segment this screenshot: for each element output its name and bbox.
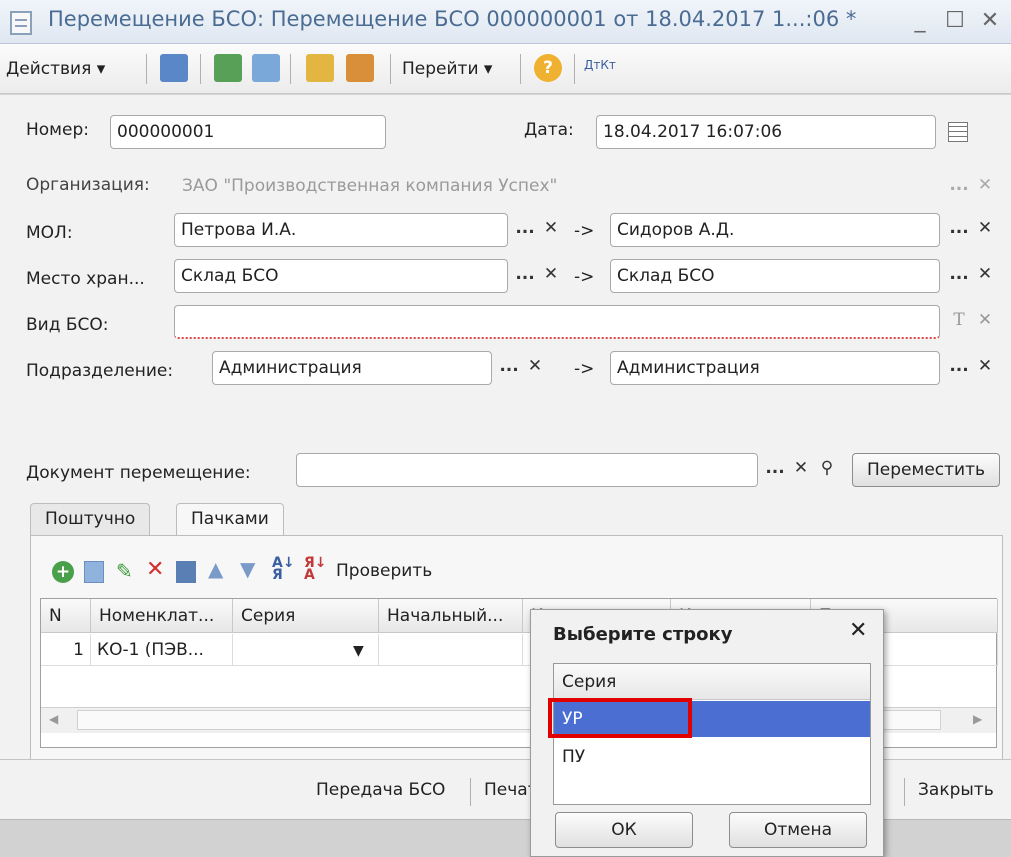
list-header: Серия	[554, 664, 870, 700]
maximize-button[interactable]: ☐	[940, 6, 970, 36]
separator	[904, 778, 905, 806]
tab-packs[interactable]: Пачками	[176, 503, 284, 536]
title-bar: Перемещение БСО: Перемещение БСО 0000000…	[0, 0, 1011, 44]
close-icon[interactable]: ✕	[849, 618, 867, 643]
organization-field: ЗАО "Производственная компания Успех"	[182, 176, 558, 196]
cancel-button[interactable]: Отмена	[729, 812, 867, 848]
copy-row-icon[interactable]	[84, 561, 104, 583]
unpost-icon[interactable]	[346, 54, 374, 82]
post-icon[interactable]	[306, 54, 334, 82]
close-window-button[interactable]: ✕	[975, 6, 1005, 36]
post-and-close-icon[interactable]	[160, 54, 188, 82]
dt-kt-icon[interactable]: ДтКт	[584, 58, 616, 72]
calendar-icon[interactable]	[948, 122, 968, 142]
column-header[interactable]: Серия	[233, 599, 379, 633]
arrow-label: ->	[574, 267, 595, 287]
mol-to-clear-button[interactable]: ✕	[970, 213, 1000, 247]
department-to-field[interactable]: Администрация	[610, 351, 940, 385]
selection-highlight	[548, 698, 692, 738]
search-icon[interactable]: ⚲	[812, 453, 842, 487]
delete-icon[interactable]: ✕	[146, 557, 164, 582]
table-cell[interactable]: 1	[41, 634, 91, 666]
date-field[interactable]: 18.04.2017 16:07:06	[596, 115, 936, 149]
minimize-button[interactable]: _	[905, 6, 935, 36]
department-from-field[interactable]: Администрация	[212, 351, 492, 385]
series-list: Серия УР ПУ	[548, 663, 871, 805]
scroll-right-icon[interactable]: ▶	[973, 712, 982, 726]
refresh-icon[interactable]	[214, 54, 242, 82]
add-icon[interactable]: +	[52, 561, 74, 583]
table-cell[interactable]: КО-1 (ПЭВ...	[91, 634, 233, 666]
copy-icon[interactable]	[252, 54, 280, 82]
check-button[interactable]: Проверить	[336, 561, 432, 581]
department-label: Подразделение:	[26, 361, 174, 381]
mol-from-field[interactable]: Петрова И.А.	[174, 213, 508, 247]
chevron-down-icon[interactable]: ▼	[353, 643, 364, 659]
popup-title: Выберите строку	[553, 624, 733, 645]
actions-menu[interactable]: Действия ▾	[6, 54, 105, 84]
separator	[200, 54, 201, 84]
arrow-label: ->	[574, 221, 595, 241]
move-up-icon[interactable]: ▲	[208, 557, 223, 581]
list-item[interactable]: ПУ	[554, 739, 870, 775]
window-title: Перемещение БСО: Перемещение БСО 0000000…	[48, 7, 857, 31]
mol-from-clear-button[interactable]: ✕	[536, 213, 566, 247]
storage-to-field[interactable]: Склад БСО	[610, 259, 940, 293]
move-button[interactable]: Переместить	[852, 453, 1000, 487]
separator	[574, 54, 575, 84]
date-label: Дата:	[524, 120, 574, 140]
storage-label: Место хран...	[26, 269, 145, 289]
column-header[interactable]: Номенклат...	[91, 599, 233, 633]
end-edit-icon[interactable]	[176, 561, 196, 583]
separator	[520, 54, 521, 84]
department-from-clear-button[interactable]: ✕	[520, 351, 550, 385]
document-icon	[10, 11, 32, 35]
separator	[290, 54, 291, 84]
number-label: Номер:	[26, 120, 89, 140]
scroll-left-icon[interactable]: ◀	[49, 712, 58, 726]
separator	[390, 54, 391, 84]
ok-button[interactable]: ОК	[555, 812, 693, 848]
bso-kind-field[interactable]	[174, 305, 940, 339]
sort-asc-icon[interactable]: А↓ Я	[272, 556, 295, 582]
transfer-bso-button[interactable]: Передача БСО	[316, 780, 445, 800]
toolbar: Действия ▾ Перейти ▾ ? ДтКт	[0, 44, 1011, 94]
separator	[146, 54, 147, 84]
arrow-label: ->	[574, 359, 595, 379]
edit-icon[interactable]: ✎	[116, 559, 133, 583]
department-to-clear-button[interactable]: ✕	[970, 351, 1000, 385]
separator	[470, 778, 471, 806]
document-move-field[interactable]	[296, 453, 758, 487]
mol-label: МОЛ:	[26, 223, 73, 243]
column-header[interactable]: N	[41, 599, 91, 633]
storage-to-clear-button[interactable]: ✕	[970, 259, 1000, 293]
organization-label: Организация:	[26, 175, 150, 195]
move-down-icon[interactable]: ▼	[240, 557, 255, 581]
mol-to-field[interactable]: Сидоров А.Д.	[610, 213, 940, 247]
table-cell[interactable]	[379, 634, 523, 666]
number-field[interactable]: 000000001	[110, 115, 386, 149]
sort-desc-icon[interactable]: Я↓ А	[304, 556, 327, 582]
bso-kind-clear-button[interactable]: ✕	[970, 305, 1000, 339]
select-row-popup: Выберите строку ✕ Серия УР ПУ ОК Отмена	[530, 609, 884, 857]
document-move-label: Документ перемещение:	[26, 463, 251, 483]
org-clear-button: ✕	[977, 175, 993, 195]
storage-from-clear-button[interactable]: ✕	[536, 259, 566, 293]
column-header[interactable]: Начальный...	[379, 599, 523, 633]
storage-from-field[interactable]: Склад БСО	[174, 259, 508, 293]
close-form-button[interactable]: Закрыть	[918, 780, 994, 800]
bso-kind-label: Вид БСО:	[26, 315, 109, 335]
tab-piecewise[interactable]: Поштучно	[30, 503, 151, 535]
goto-menu[interactable]: Перейти ▾	[402, 54, 492, 84]
help-icon[interactable]: ?	[534, 54, 562, 82]
